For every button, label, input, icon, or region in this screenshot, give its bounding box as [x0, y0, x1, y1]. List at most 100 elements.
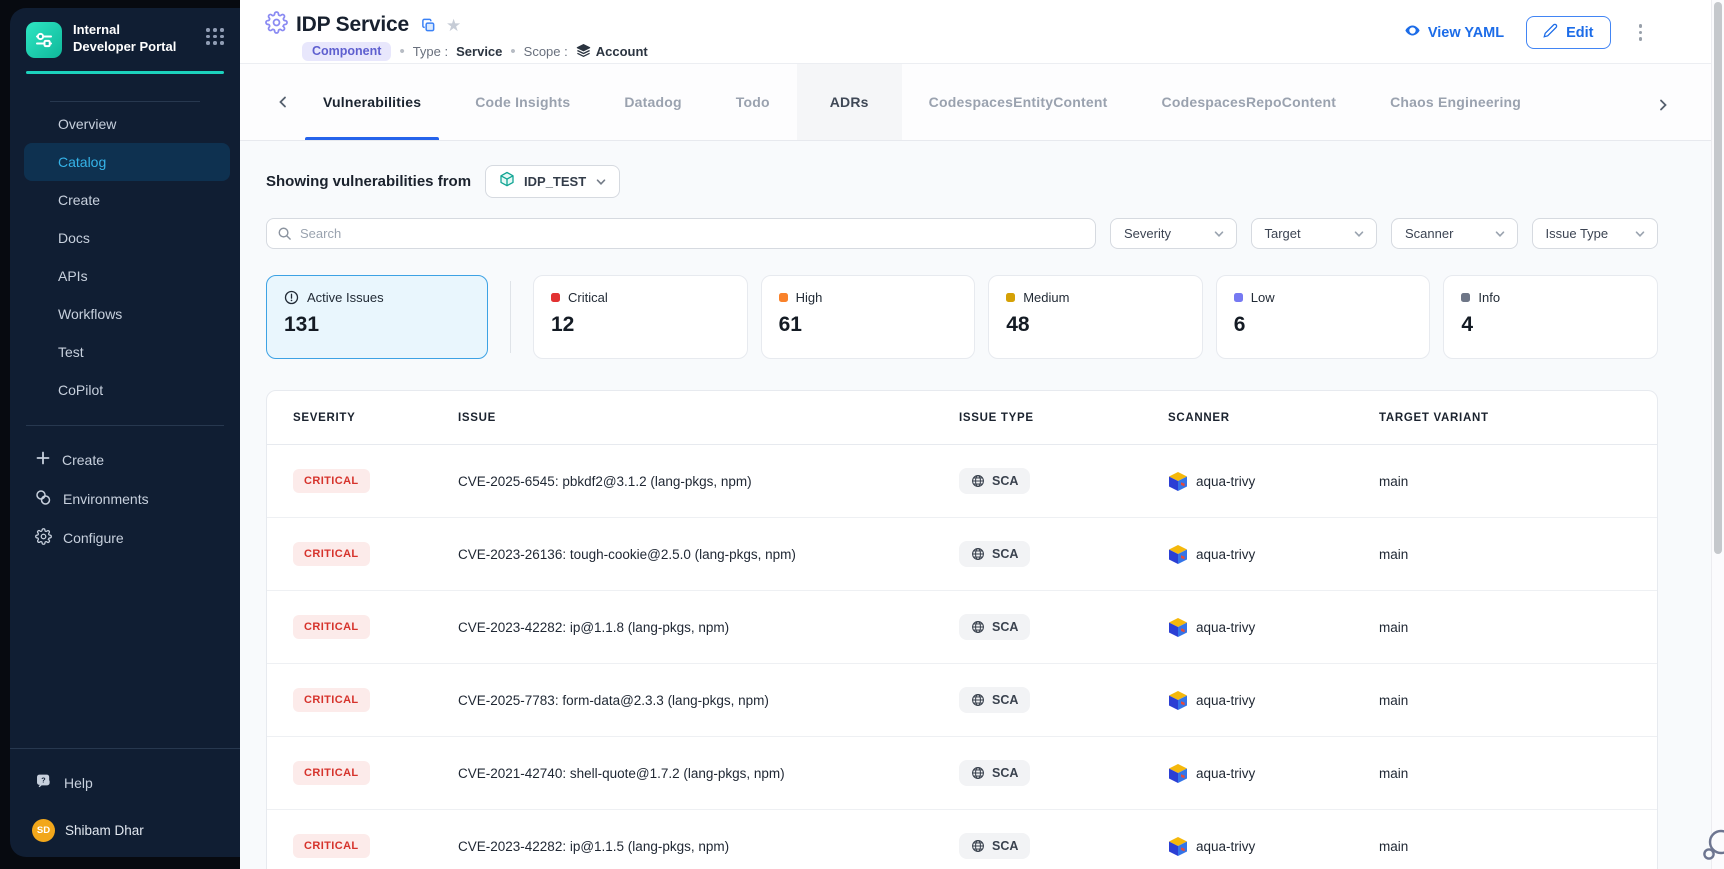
severity-filter-select[interactable]: Severity — [1110, 218, 1237, 249]
low-card[interactable]: Low 6 — [1216, 275, 1431, 359]
apps-grid-icon[interactable] — [206, 28, 224, 45]
sidebar-divider — [50, 101, 200, 102]
info-card[interactable]: Info 4 — [1443, 275, 1658, 359]
high-card[interactable]: High 61 — [761, 275, 976, 359]
tab-adrs[interactable]: ADRs — [797, 64, 902, 140]
aqua-trivy-icon — [1168, 690, 1188, 711]
issue-cell: CVE-2023-42282: ip@1.1.5 (lang-pkgs, npm… — [458, 839, 959, 854]
vulnerabilities-table: SEVERITY ISSUE ISSUE TYPE SCANNER TARGET… — [266, 390, 1658, 869]
high-dot — [779, 293, 788, 302]
scope-label: Scope : — [524, 44, 568, 59]
medium-card[interactable]: Medium 48 — [988, 275, 1203, 359]
edit-button[interactable]: Edit — [1526, 16, 1610, 49]
environments-icon — [35, 489, 52, 509]
sidebar-action-environments[interactable]: Environments — [10, 479, 240, 518]
table-row[interactable]: CRITICAL CVE-2023-42282: ip@1.1.5 (lang-… — [267, 810, 1657, 869]
scanner-filter-select[interactable]: Scanner — [1391, 218, 1518, 249]
type-value: Service — [456, 44, 502, 59]
table-row[interactable]: CRITICAL CVE-2023-26136: tough-cookie@2.… — [267, 518, 1657, 591]
sidebar-item-copilot[interactable]: CoPilot — [24, 371, 230, 409]
help-button[interactable]: ? Help — [10, 763, 240, 803]
copy-icon[interactable] — [421, 18, 436, 33]
critical-card[interactable]: Critical 12 — [533, 275, 748, 359]
tabs-scroll-left-icon[interactable] — [270, 89, 296, 115]
sidebar-item-docs[interactable]: Docs — [24, 219, 230, 257]
showing-vulnerabilities-label: Showing vulnerabilities from — [266, 173, 471, 190]
col-severity: SEVERITY — [293, 412, 458, 424]
table-row[interactable]: CRITICAL CVE-2023-42282: ip@1.1.8 (lang-… — [267, 591, 1657, 664]
tab-code-insights[interactable]: Code Insights — [448, 64, 597, 140]
active-issues-card[interactable]: Active Issues 131 — [266, 275, 488, 359]
table-row[interactable]: CRITICAL CVE-2021-42740: shell-quote@1.7… — [267, 737, 1657, 810]
issue-cell: CVE-2023-42282: ip@1.1.8 (lang-pkgs, npm… — [458, 620, 959, 635]
col-issue-type: ISSUE TYPE — [959, 412, 1168, 424]
scanner-cell: aqua-trivy — [1168, 544, 1379, 565]
view-yaml-button[interactable]: View YAML — [1404, 22, 1504, 43]
feedback-widget-icon[interactable] — [1701, 827, 1724, 865]
target-variant-cell: main — [1379, 766, 1657, 781]
target-scope-value: IDP_TEST — [524, 174, 586, 189]
table-body: CRITICAL CVE-2025-6545: pbkdf2@3.1.2 (la… — [267, 445, 1657, 869]
help-chat-icon: ? — [35, 773, 53, 794]
service-gear-icon — [265, 11, 288, 39]
sidebar-item-test[interactable]: Test — [24, 333, 230, 371]
tab-datadog[interactable]: Datadog — [597, 64, 708, 140]
scrollbar-thumb[interactable] — [1714, 2, 1722, 554]
sidebar-nav: Overview Catalog Create Docs APIs Workfl… — [10, 105, 240, 409]
sca-globe-icon — [971, 839, 985, 853]
active-issues-value: 131 — [284, 313, 470, 337]
user-menu[interactable]: SD Shibam Dhar — [10, 807, 240, 853]
issue-type-badge: SCA — [959, 833, 1030, 859]
table-row[interactable]: CRITICAL CVE-2025-7783: form-data@2.3.3 … — [267, 664, 1657, 737]
target-variant-cell: main — [1379, 839, 1657, 854]
scrollbar[interactable] — [1711, 0, 1724, 869]
severity-badge: CRITICAL — [293, 761, 370, 785]
scanner-cell: aqua-trivy — [1168, 471, 1379, 492]
tab-codespaces-entity-content[interactable]: CodespacesEntityContent — [902, 64, 1135, 140]
target-scope-select[interactable]: IDP_TEST — [485, 165, 620, 198]
sidebar-item-overview[interactable]: Overview — [24, 105, 230, 143]
tab-chaos-engineering[interactable]: Chaos Engineering — [1363, 64, 1548, 140]
issue-cell: CVE-2023-26136: tough-cookie@2.5.0 (lang… — [458, 547, 959, 562]
sidebar-action-create[interactable]: Create — [10, 440, 240, 479]
target-filter-select[interactable]: Target — [1251, 218, 1378, 249]
scanner-cell: aqua-trivy — [1168, 617, 1379, 638]
aqua-trivy-icon — [1168, 836, 1188, 857]
sidebar-item-workflows[interactable]: Workflows — [24, 295, 230, 333]
sidebar-item-create[interactable]: Create — [24, 181, 230, 219]
tabs-scroll-right-icon[interactable] — [1642, 92, 1676, 118]
brand-title: Internal Developer Portal — [73, 22, 185, 56]
svg-text:?: ? — [41, 775, 45, 784]
active-issues-label: Active Issues — [307, 290, 384, 305]
search-input[interactable] — [300, 226, 1085, 241]
gear-icon — [35, 528, 52, 548]
chevron-down-icon — [1634, 228, 1646, 240]
target-variant-cell: main — [1379, 474, 1657, 489]
target-variant-cell: main — [1379, 620, 1657, 635]
table-row[interactable]: CRITICAL CVE-2025-6545: pbkdf2@3.1.2 (la… — [267, 445, 1657, 518]
scope-value: Account — [596, 44, 648, 59]
sidebar-divider — [26, 425, 224, 426]
sidebar-action-configure[interactable]: Configure — [10, 518, 240, 557]
info-value: 4 — [1461, 313, 1640, 337]
tab-vulnerabilities[interactable]: Vulnerabilities — [296, 64, 448, 140]
search-icon — [277, 226, 292, 241]
chevron-down-icon — [595, 176, 607, 188]
sidebar-item-apis[interactable]: APIs — [24, 257, 230, 295]
more-actions-kebab-icon[interactable] — [1633, 20, 1649, 45]
issue-type-filter-select[interactable]: Issue Type — [1532, 218, 1659, 249]
tab-todo[interactable]: Todo — [709, 64, 797, 140]
stats-divider — [510, 281, 511, 353]
sca-globe-icon — [971, 620, 985, 634]
critical-dot — [551, 293, 560, 302]
tab-codespaces-repo-content[interactable]: CodespacesRepoContent — [1135, 64, 1364, 140]
low-dot — [1234, 293, 1243, 302]
sidebar-item-catalog[interactable]: Catalog — [24, 143, 230, 181]
plus-icon — [35, 450, 51, 469]
layers-icon — [576, 43, 591, 61]
issue-cell: CVE-2021-42740: shell-quote@1.7.2 (lang-… — [458, 766, 959, 781]
star-icon[interactable]: ★ — [446, 17, 461, 34]
high-value: 61 — [779, 313, 958, 337]
issue-type-badge: SCA — [959, 541, 1030, 567]
sca-globe-icon — [971, 474, 985, 488]
